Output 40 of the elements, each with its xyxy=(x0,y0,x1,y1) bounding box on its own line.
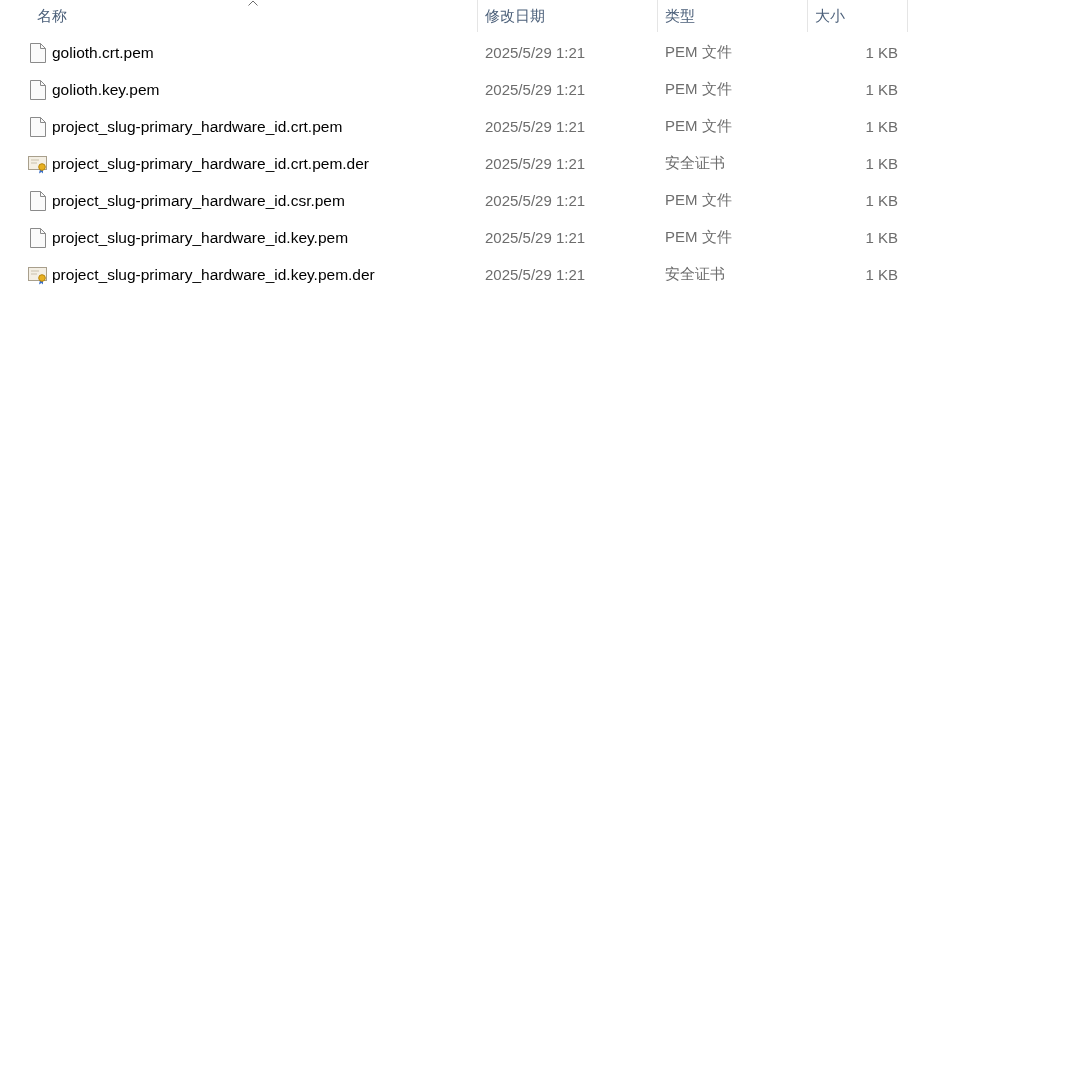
modified-date: 2025/5/29 1:21 xyxy=(485,155,586,172)
modified-date: 2025/5/29 1:21 xyxy=(485,266,586,283)
file-name[interactable]: golioth.key.pem xyxy=(52,80,160,99)
file-name[interactable]: project_slug-primary_hardware_id.key.pem.der xyxy=(52,265,375,284)
certificate-icon xyxy=(28,153,48,174)
column-header[interactable]: 类型 xyxy=(658,0,808,32)
file-size: 1 KB xyxy=(865,81,898,98)
file-name[interactable]: project_slug-primary_hardware_id.crt.pem xyxy=(52,117,343,136)
modified-date: 2025/5/29 1:21 xyxy=(485,118,586,135)
file-type: PEM 文件 xyxy=(665,191,732,210)
column-header[interactable]: 名称 xyxy=(28,0,478,32)
file-size: 1 KB xyxy=(865,44,898,61)
file-name[interactable]: project_slug-primary_hardware_id.key.pem xyxy=(52,228,349,247)
document-icon xyxy=(30,42,46,63)
document-icon xyxy=(30,116,46,137)
column-header[interactable]: 修改日期 xyxy=(478,0,658,32)
column-header[interactable]: 大小 xyxy=(808,0,908,32)
file-name[interactable]: project_slug-primary_hardware_id.crt.pem.der xyxy=(52,154,370,173)
document-icon xyxy=(30,227,46,248)
file-type: PEM 文件 xyxy=(665,117,732,136)
file-size: 1 KB xyxy=(865,266,898,283)
file-size: 1 KB xyxy=(865,229,898,246)
file-type: 安全证书 xyxy=(665,154,725,173)
file-type: 安全证书 xyxy=(665,265,725,284)
file-type: PEM 文件 xyxy=(665,80,732,99)
file-name[interactable]: golioth.crt.pem xyxy=(52,43,154,62)
file-size: 1 KB xyxy=(865,118,898,135)
file-type: PEM 文件 xyxy=(665,43,732,62)
file-type: PEM 文件 xyxy=(665,228,732,247)
modified-date: 2025/5/29 1:21 xyxy=(485,44,586,61)
sort-icon xyxy=(247,0,258,6)
modified-date: 2025/5/29 1:21 xyxy=(485,192,586,209)
document-icon xyxy=(30,190,46,211)
modified-date: 2025/5/29 1:21 xyxy=(485,229,586,246)
document-icon xyxy=(30,79,46,100)
certificate-icon xyxy=(28,264,48,285)
file-name[interactable]: project_slug-primary_hardware_id.csr.pem xyxy=(52,191,345,210)
file-size: 1 KB xyxy=(865,192,898,209)
file-size: 1 KB xyxy=(865,155,898,172)
modified-date: 2025/5/29 1:21 xyxy=(485,81,586,98)
